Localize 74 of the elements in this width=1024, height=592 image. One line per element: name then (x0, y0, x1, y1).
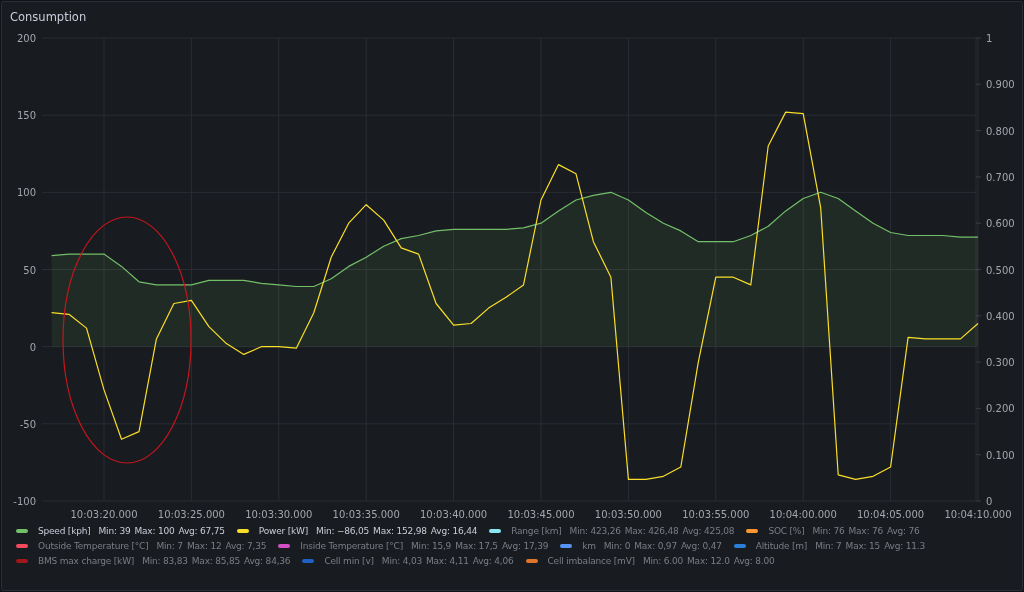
axis-label: 10:03:20.000 (70, 509, 138, 520)
legend-label[interactable]: Speed [kph] (38, 526, 91, 536)
axis-label: 10:03:25.000 (157, 509, 225, 520)
legend-stat: Max: 12 (186, 541, 222, 551)
legend-stat: Max: 85,85 (191, 556, 241, 566)
legend-stat: Avg: 16,44 (430, 526, 478, 536)
legend-label[interactable]: Power [kW] (258, 526, 309, 536)
legend-label[interactable]: SOC [%] (768, 526, 805, 536)
legend-stat: Max: 426,48 (624, 526, 679, 536)
legend-stat: Avg: 67,75 (178, 526, 225, 536)
legend-stat: Avg: 11.3 (884, 541, 925, 551)
legend-stat: Min: 0 (603, 541, 631, 551)
axis-label: -100 (13, 496, 36, 507)
legend-stat: Max: 4,11 (425, 556, 469, 566)
legend-label[interactable]: Range [km] (511, 526, 562, 536)
legend-stat: Min: 76 (812, 526, 845, 536)
axis-label: 0.500 (986, 264, 1015, 276)
legend-stat: Avg: 8.00 (733, 556, 775, 566)
axis-label: 0.100 (986, 449, 1015, 461)
axis-label: 100 (16, 187, 36, 199)
axis-label: -50 (19, 418, 36, 430)
axis-label: 0.700 (986, 171, 1015, 183)
legend-stat: Min: 15,9 (411, 541, 452, 551)
axis-label: 150 (16, 110, 36, 122)
axis-label: 10:03:50.000 (594, 509, 662, 520)
legend-stat: Avg: 17,39 (501, 541, 549, 551)
legend-stat: Max: 152,98 (373, 526, 427, 536)
legend-stat: Min: −86,05 (316, 526, 370, 536)
axis-label: 200 (16, 33, 36, 44)
legend-stat: Min: 7 (815, 541, 842, 551)
axis-label: 0.800 (986, 125, 1015, 137)
legend-stat: Max: 100 (134, 526, 175, 536)
axis-label: 10:03:30.000 (245, 509, 313, 520)
legend-stat: Avg: 0,47 (680, 541, 722, 551)
axis-label: 1 (986, 33, 993, 44)
legend-stat: Avg: 4,06 (472, 556, 514, 566)
legend-stat: Min: 83,83 (142, 556, 188, 566)
axis-label: 10:04:05.000 (857, 509, 925, 520)
axis-label: 0.900 (986, 79, 1015, 91)
legend-stat: Avg: 425,08 (682, 526, 735, 536)
axis-label: 10:04:00.000 (769, 509, 837, 520)
legend-stat: Min: 423,26 (569, 526, 621, 536)
legend-label[interactable]: Altitude [m] (755, 541, 808, 551)
legend-stat: Max: 12.0 (687, 556, 730, 566)
legend-stat: Max: 17,5 (455, 541, 498, 551)
axis-label: 0.300 (986, 357, 1015, 369)
legend-label[interactable]: Outside Temperature [°C] (38, 541, 149, 551)
legend-stat: Min: 7 (156, 541, 183, 551)
axis-label: 0.400 (986, 310, 1015, 322)
legend-label[interactable]: km (582, 541, 596, 551)
legend-stat: Min: 4,03 (381, 556, 422, 566)
axis-label: 0.200 (986, 403, 1015, 415)
legend-label[interactable]: BMS max charge [kW] (38, 556, 135, 566)
legend-label[interactable]: Cell min [v] (324, 556, 374, 566)
legend-stat: Min: 39 (98, 526, 131, 536)
axis-label: 0.600 (986, 218, 1015, 230)
axis-label: 0 (29, 341, 36, 353)
axis-label: 10:03:45.000 (507, 509, 575, 520)
axis-label: 0 (986, 496, 993, 507)
legend-stat: Avg: 7,35 (225, 541, 267, 551)
legend-label[interactable]: Inside Temperature [°C] (300, 541, 403, 551)
axis-label: 10:03:35.000 (332, 509, 400, 520)
legend-stat: Max: 0,97 (634, 541, 677, 551)
legend-stat: Avg: 76 (887, 526, 920, 536)
axis-label: 10:04:10.000 (944, 509, 1012, 520)
legend-stat: Max: 15 (845, 541, 881, 551)
axis-label: 50 (23, 264, 36, 276)
axis-label: 10:03:55.000 (682, 509, 750, 520)
legend-stat: Avg: 84,36 (244, 556, 291, 566)
legend-stat: Min: 6.00 (642, 556, 684, 566)
legend-stat: Max: 76 (848, 526, 883, 536)
legend-label[interactable]: Cell imbalance [mV] (547, 556, 635, 566)
axis-label: 10:03:40.000 (420, 509, 488, 520)
panel-title: Consumption (9, 9, 88, 24)
